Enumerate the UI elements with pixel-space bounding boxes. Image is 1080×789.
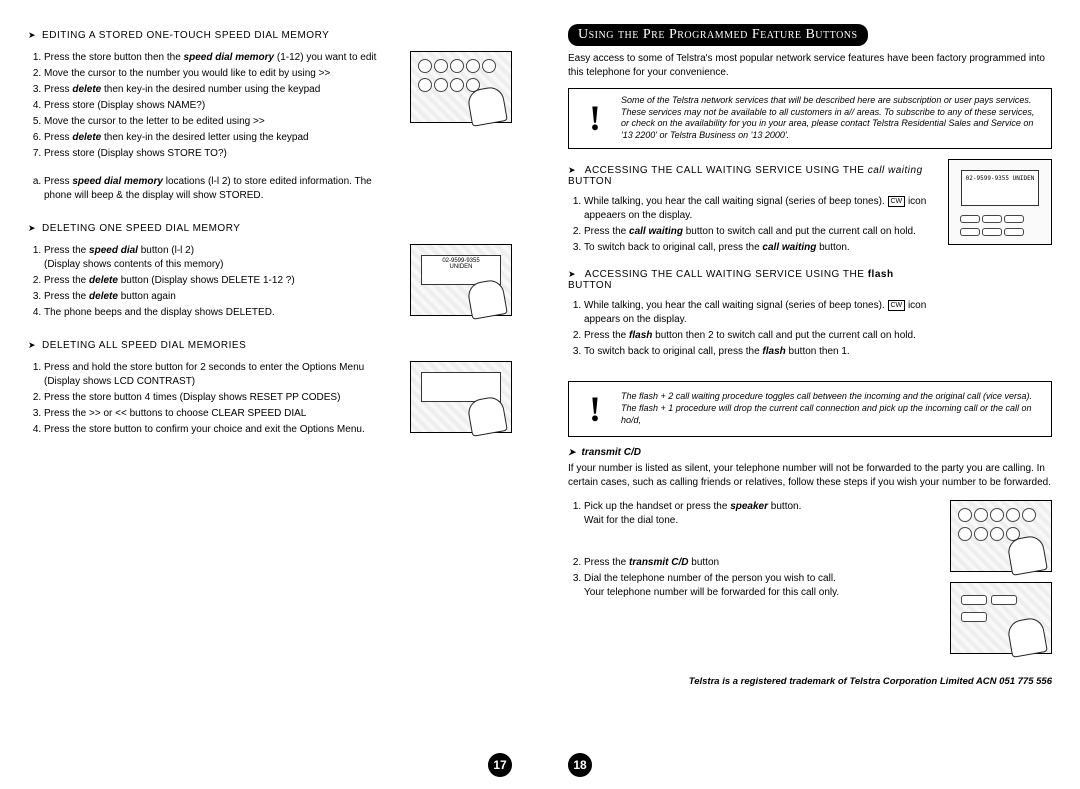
illustration-screen-icon: 02-9599-9355UNIDEN <box>410 244 512 316</box>
screen-text: 02-9599-9355 UNIDEN <box>961 170 1039 206</box>
exclaim-icon: ! <box>577 388 613 430</box>
steps-deleting-all: Press and hold the store button for 2 se… <box>28 361 400 437</box>
list-item: Press and hold the store button for 2 se… <box>44 361 400 389</box>
page-number: 17 <box>488 753 512 777</box>
list-item: Press the store button then the speed di… <box>44 51 400 65</box>
note-box-flash: ! The flash + 2 call waiting procedure t… <box>568 381 1052 437</box>
list-item: The phone beeps and the display shows DE… <box>44 306 400 320</box>
heading-transmit: transmit C/D <box>568 447 1052 458</box>
page-17: EDITING A STORED ONE-TOUCH SPEED DIAL ME… <box>0 0 540 789</box>
heading-em: call waiting <box>868 165 923 176</box>
section-editing-speed-dial: EDITING A STORED ONE-TOUCH SPEED DIAL ME… <box>28 30 512 217</box>
page-number: 18 <box>568 753 592 777</box>
heading-part: BUTTON <box>568 176 612 187</box>
note-box-subscription: ! Some of the Telstra network services t… <box>568 88 1052 149</box>
steps-transmit: Pick up the handset or press the speaker… <box>568 500 940 600</box>
section-deleting-one: DELETING ONE SPEED DIAL MEMORY Press the… <box>28 223 512 334</box>
heading-cw-flash: ACCESSING THE CALL WAITING SERVICE USING… <box>568 269 940 291</box>
list-item: Dial the telephone number of the person … <box>584 572 940 600</box>
list-item: Press delete then key-in the desired num… <box>44 83 400 97</box>
list-item: Press the speed dial button (l-l 2)(Disp… <box>44 244 400 272</box>
list-item: Move the cursor to the number you would … <box>44 67 400 81</box>
illustration-keypad-icon <box>950 500 1052 572</box>
steps-deleting-one: Press the speed dial button (l-l 2)(Disp… <box>28 244 400 320</box>
list-item: Press the store button 4 times (Display … <box>44 391 400 405</box>
exclaim-icon: ! <box>577 97 613 139</box>
note-text: The flash + 2 call waiting procedure tog… <box>621 391 1043 426</box>
list-item: Press store (Display shows STORE TO?) <box>44 147 400 161</box>
intro-text: Easy access to some of Telstra's most po… <box>568 52 1052 80</box>
list-item: Press store (Display shows NAME?) <box>44 99 400 113</box>
heading-part: BUTTON <box>568 280 612 291</box>
list-item: Pick up the handset or press the speaker… <box>584 500 940 528</box>
heading-part: ACCESSING THE CALL WAITING SERVICE USING… <box>585 165 868 176</box>
heading-deleting-one: DELETING ONE SPEED DIAL MEMORY <box>28 223 512 234</box>
steps-editing-alpha: Press speed dial memory locations (l-l 2… <box>28 175 400 203</box>
list-item: While talking, you hear the call waiting… <box>584 195 940 223</box>
illustration-phone-icon: 02-9599-9355 UNIDEN <box>948 159 1052 245</box>
illustration-keypad-icon <box>410 51 512 123</box>
heading-cw-button: ACCESSING THE CALL WAITING SERVICE USING… <box>568 165 940 187</box>
banner-title: Using the Pre Programmed Feature Buttons <box>568 24 868 46</box>
list-item: Press the flash button then 2 to switch … <box>584 329 940 343</box>
note-text: Some of the Telstra network services tha… <box>621 95 1043 142</box>
list-item: Press delete then key-in the desired let… <box>44 131 400 145</box>
trademark-text: Telstra is a registered trademark of Tel… <box>568 676 1052 687</box>
list-item: To switch back to original call, press t… <box>584 345 940 359</box>
list-item: Press speed dial memory locations (l-l 2… <box>44 175 400 203</box>
steps-editing: Press the store button then the speed di… <box>28 51 400 161</box>
list-item: Press the delete button again <box>44 290 400 304</box>
transmit-intro: If your number is listed as silent, your… <box>568 462 1052 490</box>
list-item: Move the cursor to the letter to be edit… <box>44 115 400 129</box>
list-item: Press the transmit C/D button <box>584 556 940 570</box>
illustration-buttons-icon <box>410 361 512 433</box>
heading-editing: EDITING A STORED ONE-TOUCH SPEED DIAL ME… <box>28 30 512 41</box>
list-item: Press the store button to confirm your c… <box>44 423 400 437</box>
illustration-buttons-icon <box>950 582 1052 654</box>
steps-cw-flash: While talking, you hear the call waiting… <box>568 299 940 359</box>
section-deleting-all: DELETING ALL SPEED DIAL MEMORIES Press a… <box>28 340 512 451</box>
heading-part: ACCESSING THE CALL WAITING SERVICE USING… <box>585 269 868 280</box>
section-call-waiting-button: ACCESSING THE CALL WAITING SERVICE USING… <box>568 159 1052 373</box>
heading-em: flash <box>868 269 894 280</box>
list-item: To switch back to original call, press t… <box>584 241 940 255</box>
list-item: Press the call waiting button to switch … <box>584 225 940 239</box>
section-transmit-cd: transmit C/D If your number is listed as… <box>568 447 1052 660</box>
list-item: While talking, you hear the call waiting… <box>584 299 940 327</box>
steps-cw-button: While talking, you hear the call waiting… <box>568 195 940 255</box>
page-18: Using the Pre Programmed Feature Buttons… <box>540 0 1080 789</box>
heading-deleting-all: DELETING ALL SPEED DIAL MEMORIES <box>28 340 512 351</box>
list-item: Press the delete button (Display shows D… <box>44 274 400 288</box>
list-item: Press the >> or << buttons to choose CLE… <box>44 407 400 421</box>
